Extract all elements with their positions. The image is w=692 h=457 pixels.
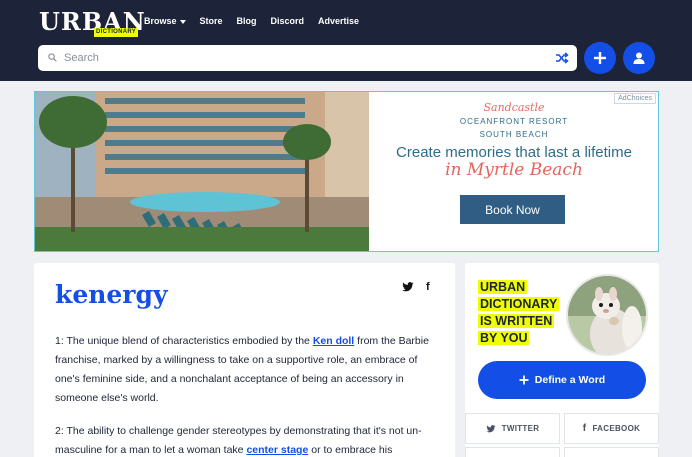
tagline-line-4: BY YOU (478, 331, 530, 345)
search-bar (38, 45, 577, 71)
ad-brand-logo: Sandcastle (483, 101, 545, 114)
twitter-label: TWITTER (501, 424, 540, 433)
plus-icon (519, 375, 529, 385)
plus-icon (594, 52, 606, 64)
definition-meaning-1: 1: The unique blend of characteristics e… (55, 332, 430, 408)
facebook-label: FACEBOOK (592, 424, 641, 433)
meaning-1-text-start: 1: The unique blend of characteristics e… (55, 335, 313, 347)
nav-advertise[interactable]: Advertise (318, 16, 359, 26)
twitter-share-icon[interactable] (402, 282, 414, 292)
social-link-button[interactable] (465, 447, 560, 457)
tagline-line-1: URBAN (478, 280, 528, 294)
account-button[interactable] (623, 42, 655, 74)
twitter-link-button[interactable]: TWITTER (465, 413, 560, 444)
link-center-stage[interactable]: center stage (246, 444, 308, 456)
ad-resort-name: OCEANFRONT RESORT (459, 117, 569, 126)
shuffle-icon[interactable] (555, 51, 569, 65)
nav-browse-label: Browse (144, 16, 177, 26)
book-now-button[interactable]: Book Now (460, 195, 565, 224)
twitter-icon (486, 424, 496, 432)
definition-card: kenergy f 1: The unique blend of charact… (34, 263, 455, 457)
tagline: URBAN DICTIONARY IS WRITTEN BY YOU (478, 279, 568, 347)
main-nav: Browse Store Blog Discord Advertise (144, 16, 359, 26)
define-a-word-label: Define a Word (534, 374, 606, 386)
tagline-line-2: DICTIONARY (478, 297, 560, 311)
sidebar-card: URBAN DICTIONARY IS WRITTEN BY YOU Defin… (465, 263, 659, 457)
ad-subheadline: in Myrtle Beach (445, 160, 583, 180)
search-input[interactable] (64, 48, 544, 68)
nav-store[interactable]: Store (200, 16, 223, 26)
advertisement-banner[interactable]: AdChoices Sandcastle OCEANFRONT RESORT S… (34, 91, 659, 252)
ad-headline: Create memories that last a lifetime (396, 144, 632, 161)
chevron-down-icon (179, 20, 186, 24)
nav-browse[interactable]: Browse (144, 16, 186, 26)
definition-meaning-2: 2: The ability to challenge gender stere… (55, 422, 430, 457)
squirrel-mascot-image (566, 274, 648, 356)
search-icon (48, 53, 57, 62)
facebook-link-button[interactable]: f FACEBOOK (564, 413, 659, 444)
link-ken-doll[interactable]: Ken doll (313, 335, 354, 347)
add-definition-button[interactable] (584, 42, 616, 74)
logo-subtitle: DICTIONARY (94, 28, 139, 37)
definition-word[interactable]: kenergy (55, 280, 168, 309)
define-a-word-button[interactable]: Define a Word (478, 361, 646, 399)
nav-discord[interactable]: Discord (271, 16, 305, 26)
social-link-button[interactable] (564, 447, 659, 457)
meaning-2-text-end: or to embrace his (308, 444, 393, 456)
urban-dictionary-logo[interactable]: URBAN DICTIONARY (39, 7, 145, 37)
top-header: URBAN DICTIONARY Browse Store Blog Disco… (0, 0, 692, 81)
facebook-share-icon[interactable]: f (426, 281, 430, 293)
ad-resort-photo (35, 92, 369, 251)
tagline-line-3: IS WRITTEN (478, 314, 555, 328)
ad-resort-location: SOUTH BEACH (479, 130, 549, 139)
facebook-icon: f (582, 423, 587, 434)
nav-blog[interactable]: Blog (237, 16, 257, 26)
user-icon (633, 52, 645, 64)
